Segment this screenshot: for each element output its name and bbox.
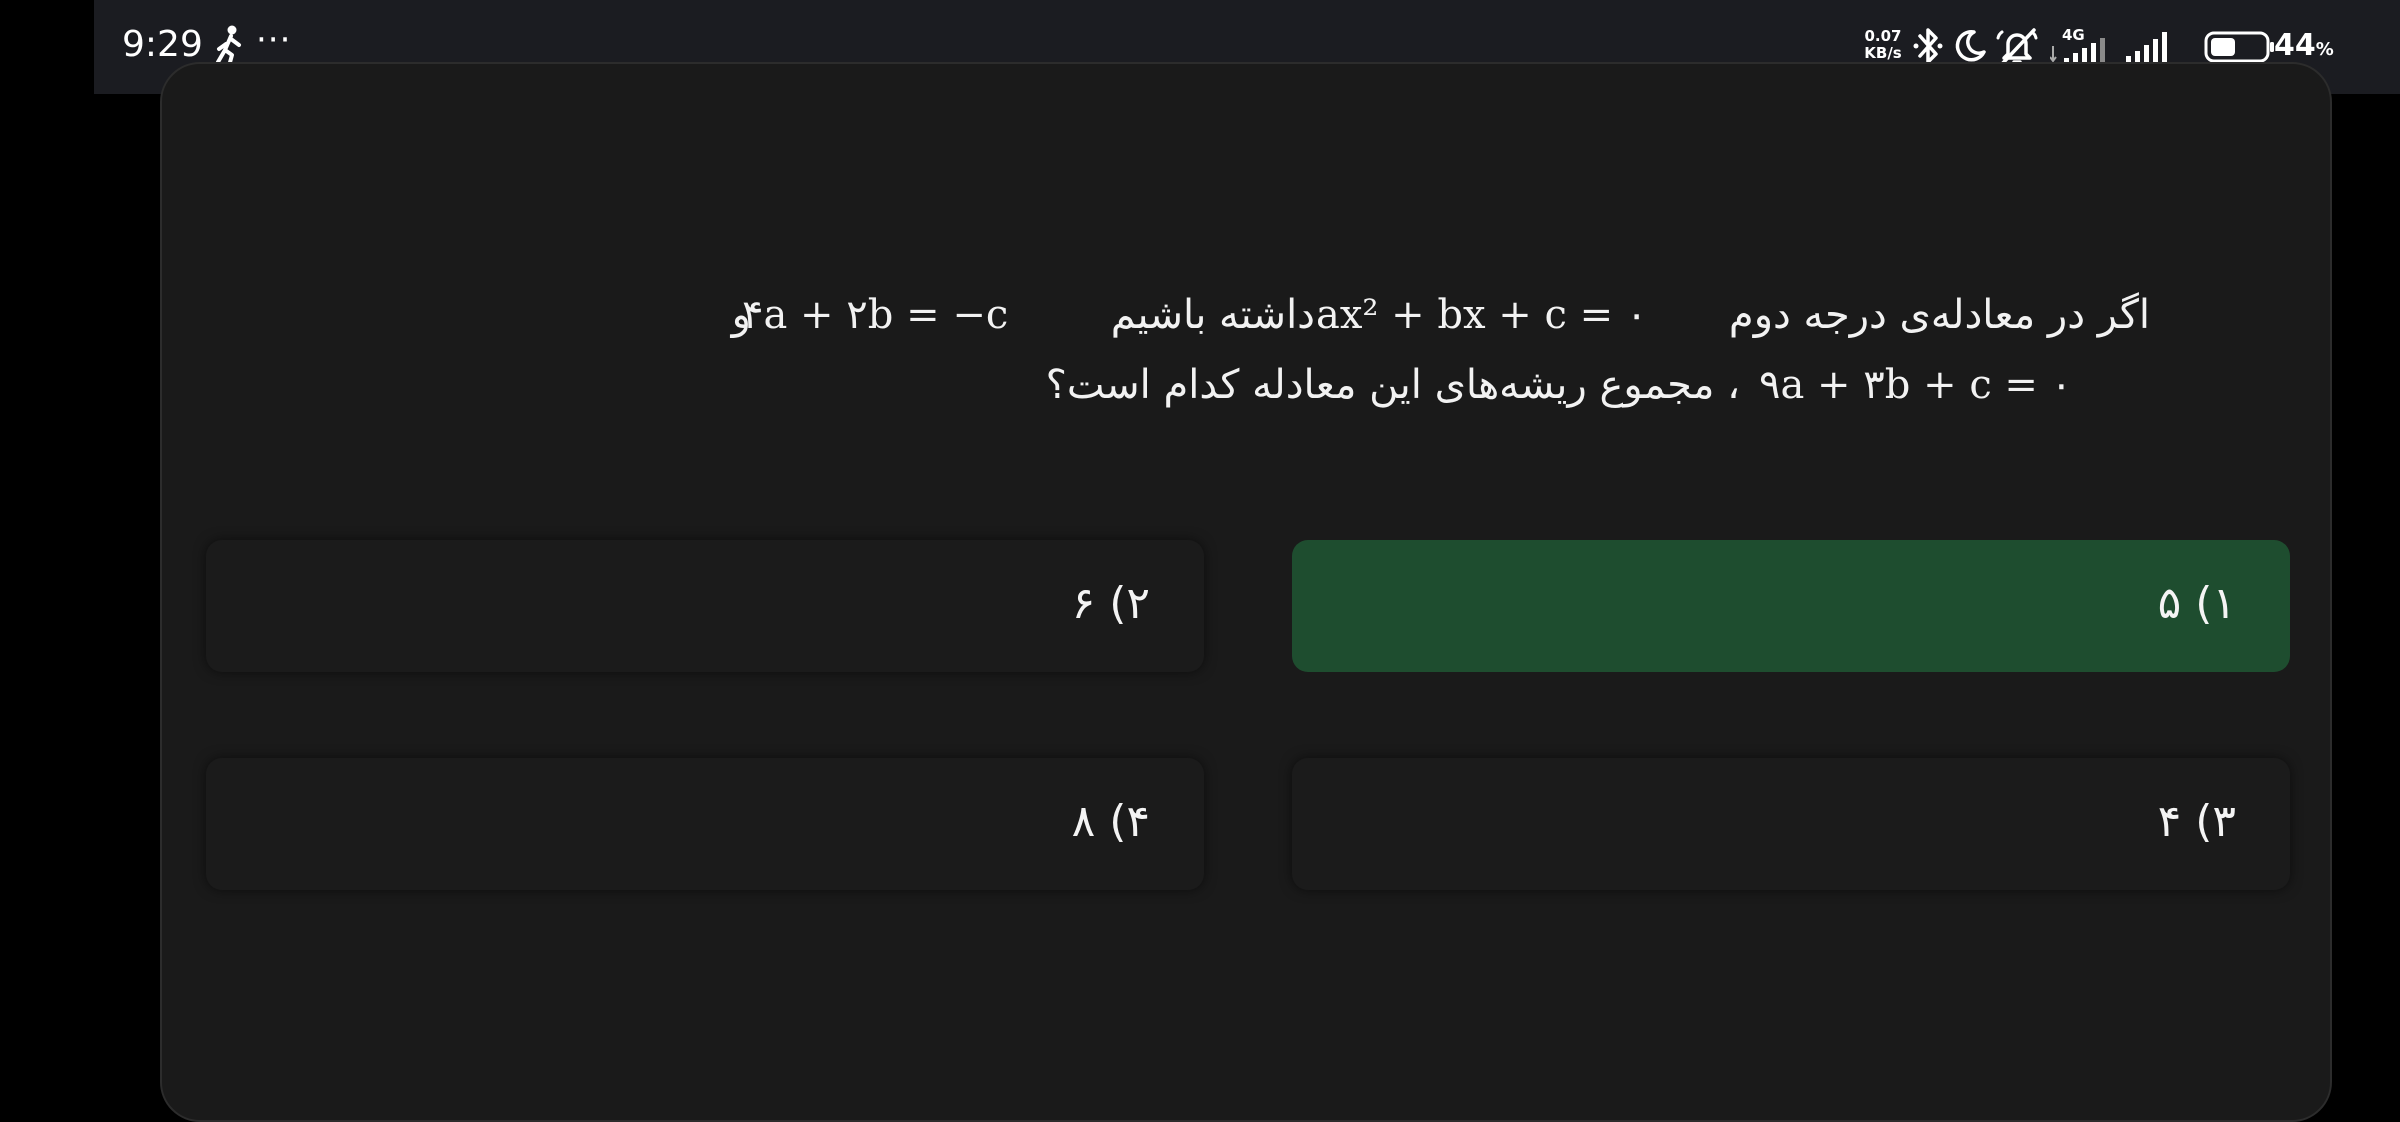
status-time: 9:29 [122,24,203,65]
question-text-part: داشته باشیم [1110,292,1315,338]
option-1-label: ۱) ۵ [2157,578,2236,629]
option-3-label: ۳) ۴ [2157,796,2236,847]
option-3[interactable]: ۳) ۴ [1292,758,2290,890]
option-4[interactable]: ۴) ۸ [206,758,1204,890]
question-condition: ۹a + ۳b + c = ۰ [1759,362,2073,408]
question-text-part: و [731,292,751,338]
option-2[interactable]: ۲) ۶ [206,540,1204,672]
option-2-label: ۲) ۶ [1071,578,1150,629]
battery-percentage: 44% [2274,28,2334,63]
question-text-part: ، مجموع ریشه‌های این معادله کدام است؟ [1045,362,1740,408]
network-type-text: 4G [2062,26,2085,44]
network-speed: 0.07 KB/s [1861,28,1905,62]
question-text-part: اگر در معادله‌ی درجه دوم [1728,292,2150,338]
question-card: اگر در معادله‌ی درجه دوم ax² + bx + c = … [160,62,2332,1122]
network-speed-unit: KB/s [1864,44,1902,62]
network-speed-value: 0.07 [1864,27,1902,45]
more-icon: ··· [256,20,292,60]
question-condition: ۴a + ۲b = −c [742,292,1009,338]
battery-unit: % [2315,39,2334,60]
option-4-label: ۴) ۸ [1071,796,1150,847]
option-1[interactable]: ۱) ۵ [1292,540,2290,672]
battery-level: 44 [2274,28,2316,63]
question-equation: ax² + bx + c = ۰ [1316,292,1648,338]
